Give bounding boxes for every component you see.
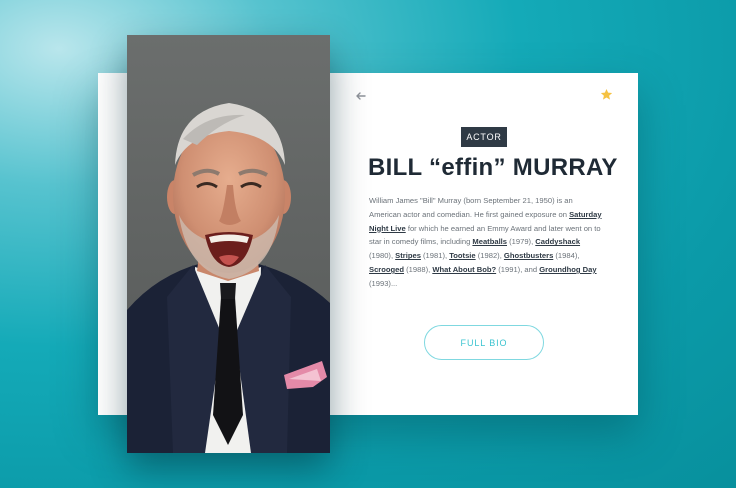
favorite-star-icon[interactable] [600, 88, 613, 101]
full-bio-button[interactable]: FULL BIO [424, 325, 544, 360]
bio-text-segment: (1991), and [496, 264, 540, 274]
bio-text-segment: William James "Bill" Murray (born Septem… [369, 196, 573, 219]
actor-name: BILL “effin” MURRAY [368, 154, 618, 181]
link-ghostbusters[interactable]: Ghostbusters [504, 251, 553, 260]
link-scrooged[interactable]: Scrooged [369, 265, 404, 274]
link-caddyshack[interactable]: Caddyshack [535, 237, 580, 246]
bio-text-segment: (1993)... [369, 278, 398, 288]
role-badge: ACTOR [461, 127, 507, 147]
link-what-about-bob[interactable]: What About Bob? [432, 265, 496, 274]
bio-text-segment: (1981), [420, 251, 450, 261]
back-arrow-icon[interactable] [353, 88, 369, 104]
bio-text-segment: (1980), [369, 251, 396, 261]
link-stripes[interactable]: Stripes [395, 251, 421, 260]
actor-photo [127, 35, 330, 453]
link-meatballs[interactable]: Meatballs [472, 237, 507, 246]
bio-text-segment: (1982), [475, 251, 504, 261]
link-groundhog-day[interactable]: Groundhog Day [539, 265, 596, 274]
bio-text: William James "Bill" Murray (born Septem… [369, 194, 602, 291]
bio-text-segment: (1984), [553, 251, 580, 261]
bio-text-segment: (1979), [507, 237, 536, 247]
link-tootsie[interactable]: Tootsie [449, 251, 475, 260]
bio-text-segment: (1988), [404, 264, 433, 274]
